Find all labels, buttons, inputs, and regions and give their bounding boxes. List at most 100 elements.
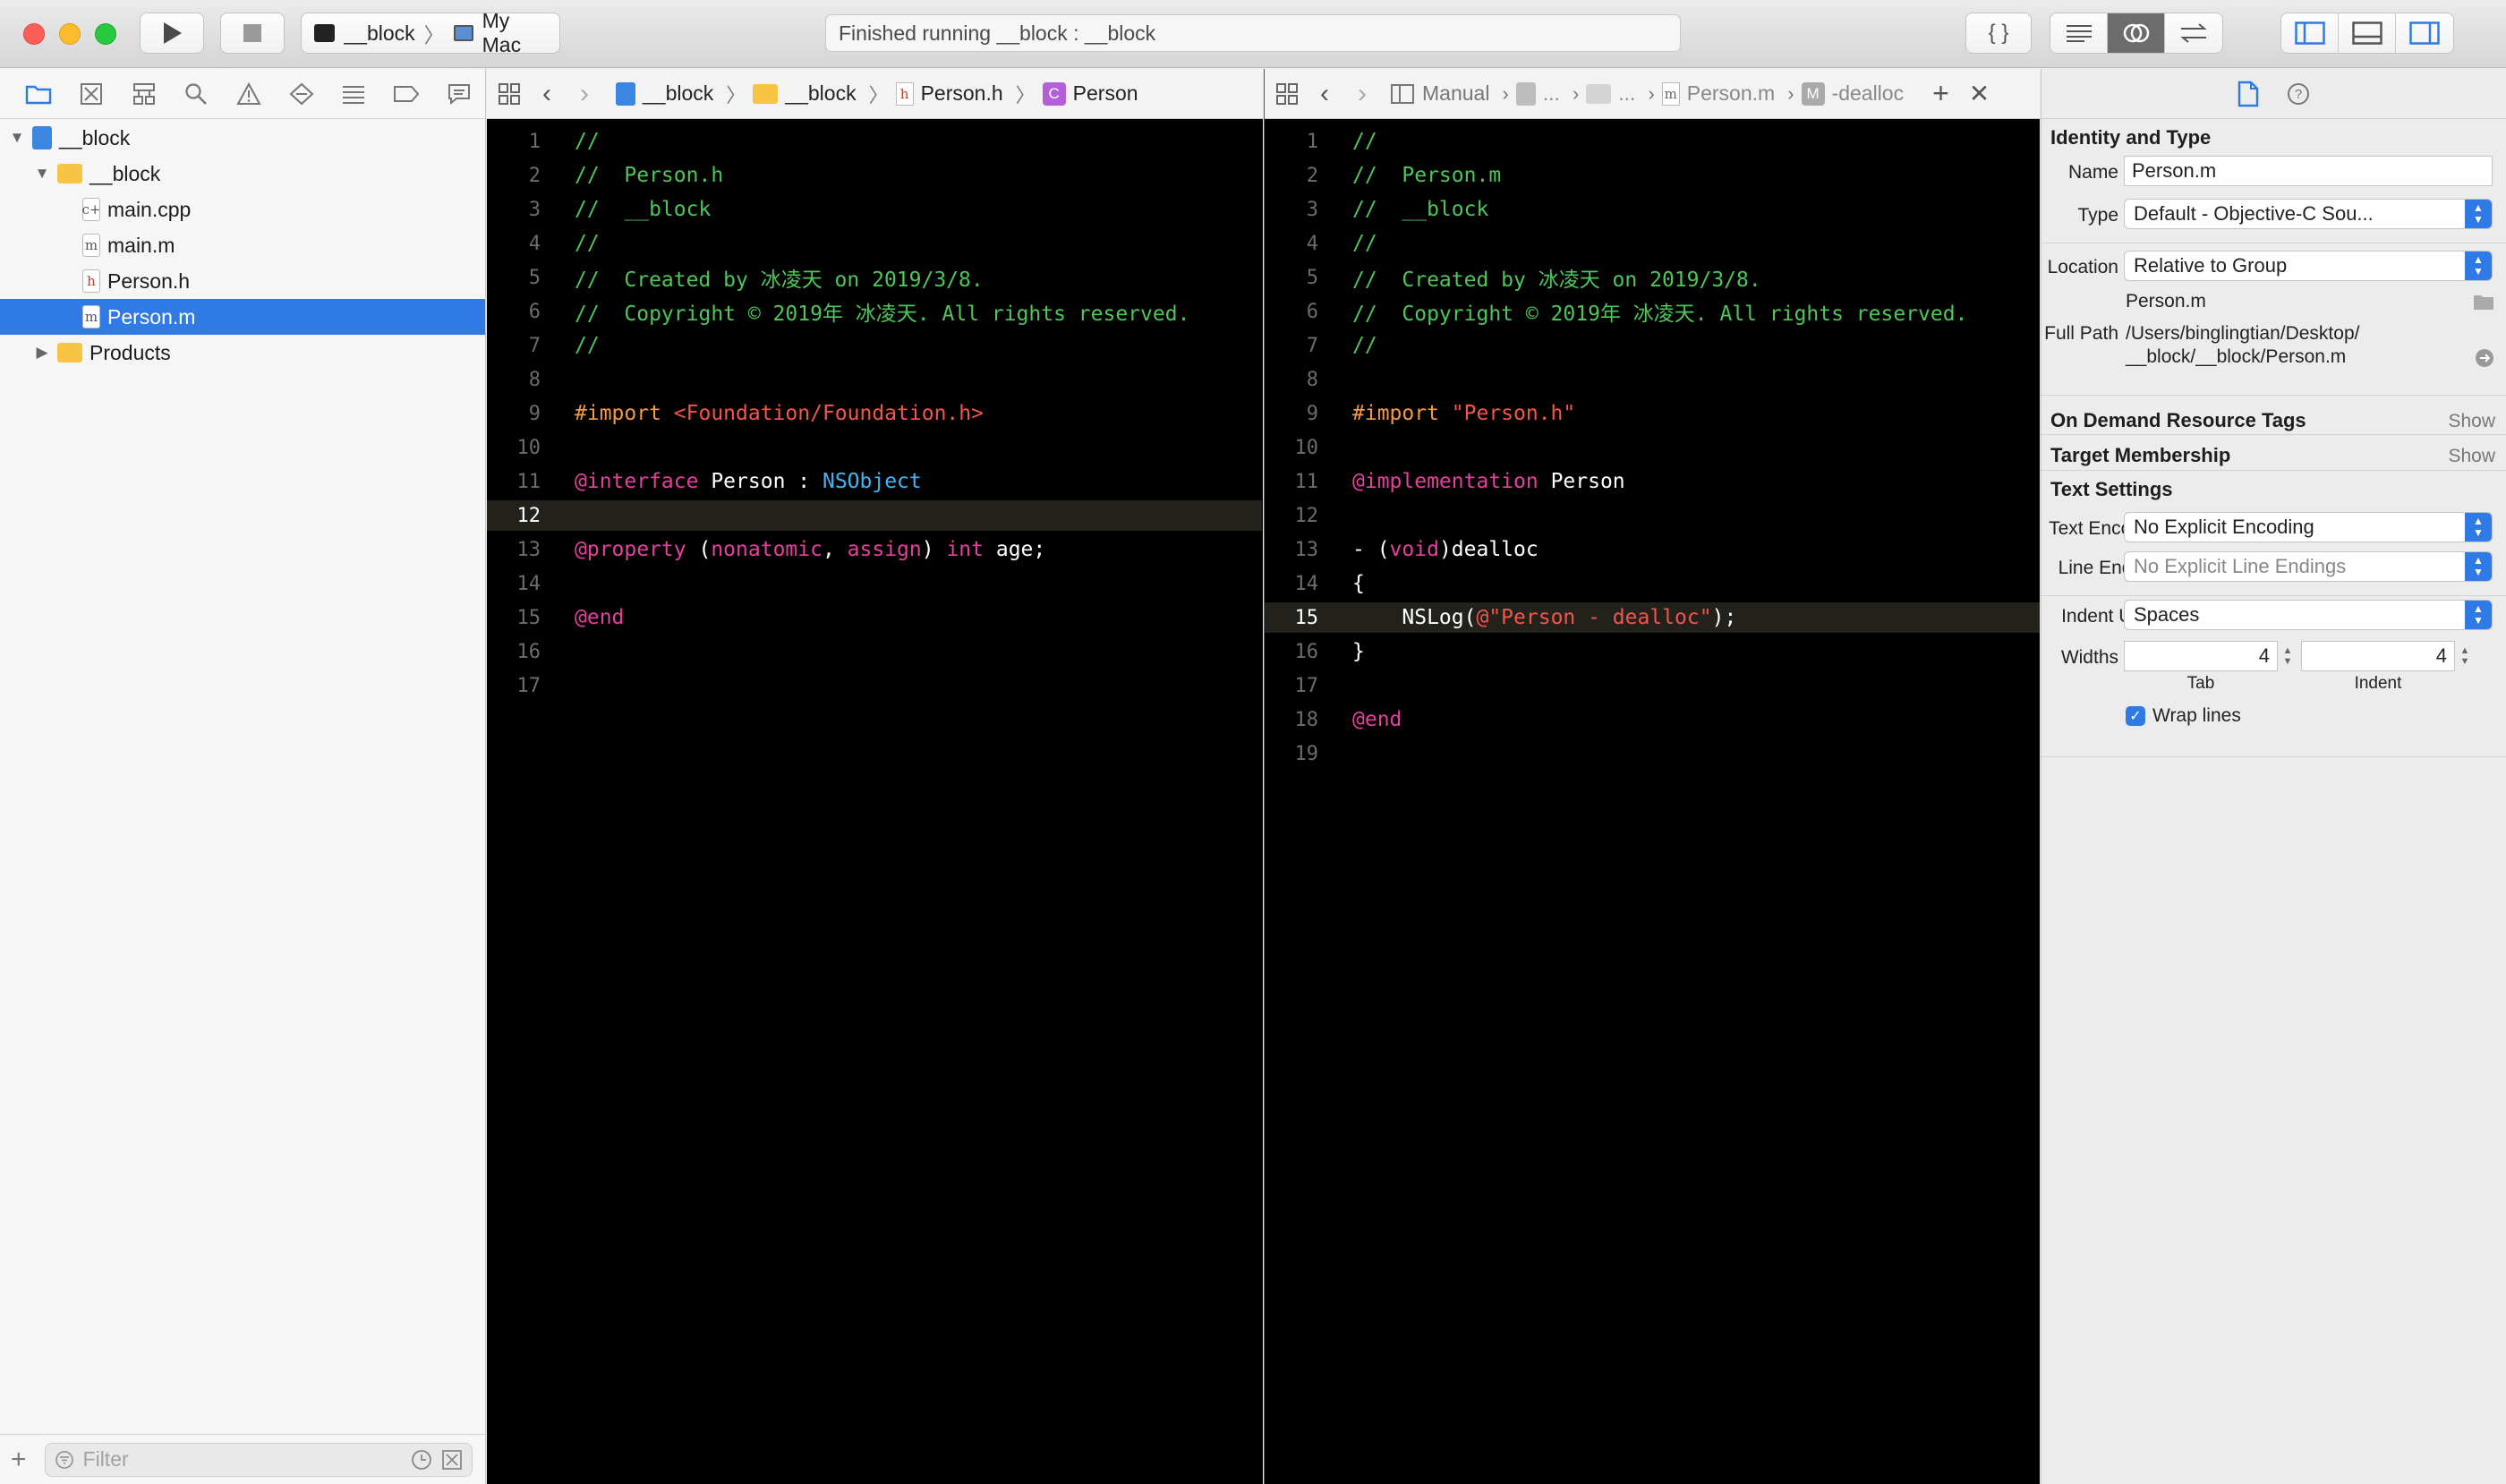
tree-item[interactable]: m Person.m xyxy=(0,299,485,335)
disclosure-collapsed-icon[interactable]: ▶ xyxy=(32,344,52,362)
code-line[interactable]: 5 // Created by 冰凌天 on 2019/3/8. xyxy=(487,262,1262,293)
disclosure-expanded-icon[interactable]: ▼ xyxy=(32,165,52,183)
code-line[interactable]: 17 xyxy=(487,670,1262,701)
code-line[interactable]: 18 @end xyxy=(1265,704,2040,735)
code-line[interactable]: 1 // xyxy=(487,126,1262,157)
indent-width-stepper[interactable]: ▲ ▼ xyxy=(2457,641,2473,671)
code-line[interactable]: 14 { xyxy=(1265,568,2040,599)
close-window-button[interactable] xyxy=(23,23,45,45)
disclosure-expanded-icon[interactable]: ▼ xyxy=(7,129,27,147)
breakpoint-navigator-tab[interactable] xyxy=(380,69,433,119)
related-items-icon[interactable] xyxy=(1275,82,1299,106)
indent-using-popup[interactable]: Spaces ▲ ▼ xyxy=(2124,600,2493,630)
code-line[interactable]: 16 xyxy=(487,636,1262,667)
toggle-inspector-button[interactable] xyxy=(2396,13,2453,53)
code-line[interactable]: 9 #import "Person.h" xyxy=(1265,398,2040,429)
test-navigator-tab[interactable] xyxy=(275,69,328,119)
code-line[interactable]: 9 #import <Foundation/Foundation.h> xyxy=(487,398,1262,429)
tree-item[interactable]: ▼ __block xyxy=(0,120,485,156)
code-line[interactable]: 2 // Person.m xyxy=(1265,160,2040,191)
reveal-in-finder-icon[interactable] xyxy=(2475,348,2494,368)
code-line[interactable]: 8 xyxy=(1265,364,2040,395)
code-line[interactable]: 2 // Person.h xyxy=(487,160,1262,191)
jump-file[interactable]: h Person.h xyxy=(895,81,1003,106)
tree-item[interactable]: c+ main.cpp xyxy=(0,192,485,227)
code-line[interactable]: 17 xyxy=(1265,670,2040,701)
code-line[interactable]: 8 xyxy=(487,364,1262,395)
code-line[interactable]: 16} xyxy=(1265,636,2040,667)
add-editor-icon[interactable]: + xyxy=(1932,77,1949,110)
code-line[interactable]: 11 @interface Person : NSObject xyxy=(487,466,1262,497)
code-line[interactable]: 15 NSLog(@"Person - dealloc"); xyxy=(1265,602,2040,633)
location-popup[interactable]: Relative to Group ▲ ▼ xyxy=(2124,251,2493,281)
scheme-selector[interactable]: __block 〉 My Mac xyxy=(301,9,560,56)
source-control-navigator-tab[interactable] xyxy=(65,69,118,119)
symbol-navigator-tab[interactable] xyxy=(117,69,170,119)
code-line[interactable]: 13 @property (nonatomic, assign) int age; xyxy=(487,534,1262,565)
tree-item[interactable]: m main.m xyxy=(0,227,485,263)
forward-icon[interactable]: › xyxy=(1358,79,1367,109)
wrap-lines-checkbox[interactable]: ✓ xyxy=(2126,706,2145,726)
assistant-editor-button[interactable] xyxy=(2108,13,2165,53)
code-line[interactable]: 15 @end xyxy=(487,602,1262,633)
issue-navigator-tab[interactable] xyxy=(223,69,276,119)
code-line[interactable]: 4 // xyxy=(487,228,1262,259)
forward-icon[interactable]: › xyxy=(580,79,589,109)
code-line[interactable]: 10 xyxy=(1265,432,2040,463)
code-line[interactable]: 7 // xyxy=(1265,330,2040,361)
minimize-window-button[interactable] xyxy=(59,23,81,45)
tab-width-field[interactable]: 4 xyxy=(2124,641,2278,671)
encoding-popup[interactable]: No Explicit Encoding ▲ ▼ xyxy=(2124,512,2493,542)
debug-navigator-tab[interactable] xyxy=(328,69,380,119)
tree-item[interactable]: ▼ __block xyxy=(0,156,485,192)
library-button[interactable]: { } xyxy=(1965,13,2032,54)
code-line[interactable]: 11 @implementation Person xyxy=(1265,466,2040,497)
code-line[interactable]: 19 xyxy=(1265,738,2040,769)
code-line[interactable]: 14 xyxy=(487,568,1262,599)
line-endings-popup[interactable]: No Explicit Line Endings ▲ ▼ xyxy=(2124,551,2493,582)
find-navigator-tab[interactable] xyxy=(170,69,223,119)
project-navigator-tab[interactable] xyxy=(13,69,65,119)
type-popup[interactable]: Default - Objective-C Sou... ▲ ▼ xyxy=(2124,199,2493,229)
code-line[interactable]: 7 // xyxy=(487,330,1262,361)
tree-item[interactable]: ▶ Products xyxy=(0,335,485,371)
code-line[interactable]: 6 // Copyright © 2019年 冰凌天. All rights re… xyxy=(1265,296,2040,327)
jump-project[interactable]: __block xyxy=(616,81,713,106)
zoom-window-button[interactable] xyxy=(95,23,116,45)
back-icon[interactable]: ‹ xyxy=(542,79,551,109)
filter-input[interactable]: Filter xyxy=(44,1442,473,1477)
tree-item[interactable]: h Person.h xyxy=(0,263,485,299)
code-line[interactable]: 3 // __block xyxy=(1265,194,2040,225)
clock-icon[interactable] xyxy=(411,1449,432,1471)
jump-method[interactable]: M -dealloc xyxy=(1801,81,1904,106)
jump-symbol[interactable]: C Person xyxy=(1042,81,1138,106)
report-navigator-tab[interactable] xyxy=(432,69,485,119)
jump-group[interactable]: ... xyxy=(1586,81,1635,106)
back-icon[interactable]: ‹ xyxy=(1320,79,1329,109)
code-line[interactable]: 1 // xyxy=(1265,126,2040,157)
code-line[interactable]: 12 xyxy=(1265,500,2040,531)
code-line[interactable]: 3 // __block xyxy=(487,194,1262,225)
code-line[interactable]: 4 // xyxy=(1265,228,2040,259)
related-items-icon[interactable] xyxy=(498,82,521,106)
code-line[interactable]: 13 - (void)dealloc xyxy=(1265,534,2040,565)
file-inspector-icon[interactable] xyxy=(2238,81,2259,107)
version-editor-button[interactable] xyxy=(2165,13,2222,53)
code-line[interactable]: 5 // Created by 冰凌天 on 2019/3/8. xyxy=(1265,262,2040,293)
target-show-button[interactable]: Show xyxy=(2448,446,2495,467)
jump-mode[interactable]: Manual xyxy=(1390,81,1489,106)
jump-file[interactable]: m Person.m xyxy=(1661,81,1775,106)
add-icon[interactable]: + xyxy=(11,1445,27,1475)
odr-show-button[interactable]: Show xyxy=(2448,411,2495,432)
stop-button[interactable] xyxy=(220,13,285,54)
tab-width-stepper[interactable]: ▲ ▼ xyxy=(2280,641,2296,671)
code-line[interactable]: 10 xyxy=(487,432,1262,463)
jump-project[interactable]: ... xyxy=(1515,81,1560,106)
folder-icon[interactable] xyxy=(2473,293,2494,311)
standard-editor-button[interactable] xyxy=(2050,13,2108,53)
name-field[interactable]: Person.m xyxy=(2124,156,2493,186)
quick-help-icon[interactable]: ? xyxy=(2286,81,2311,107)
toggle-navigator-button[interactable] xyxy=(2281,13,2339,53)
close-editor-icon[interactable]: ✕ xyxy=(1969,79,1990,108)
code-line[interactable]: 6 // Copyright © 2019年 冰凌天. All rights re… xyxy=(487,296,1262,327)
